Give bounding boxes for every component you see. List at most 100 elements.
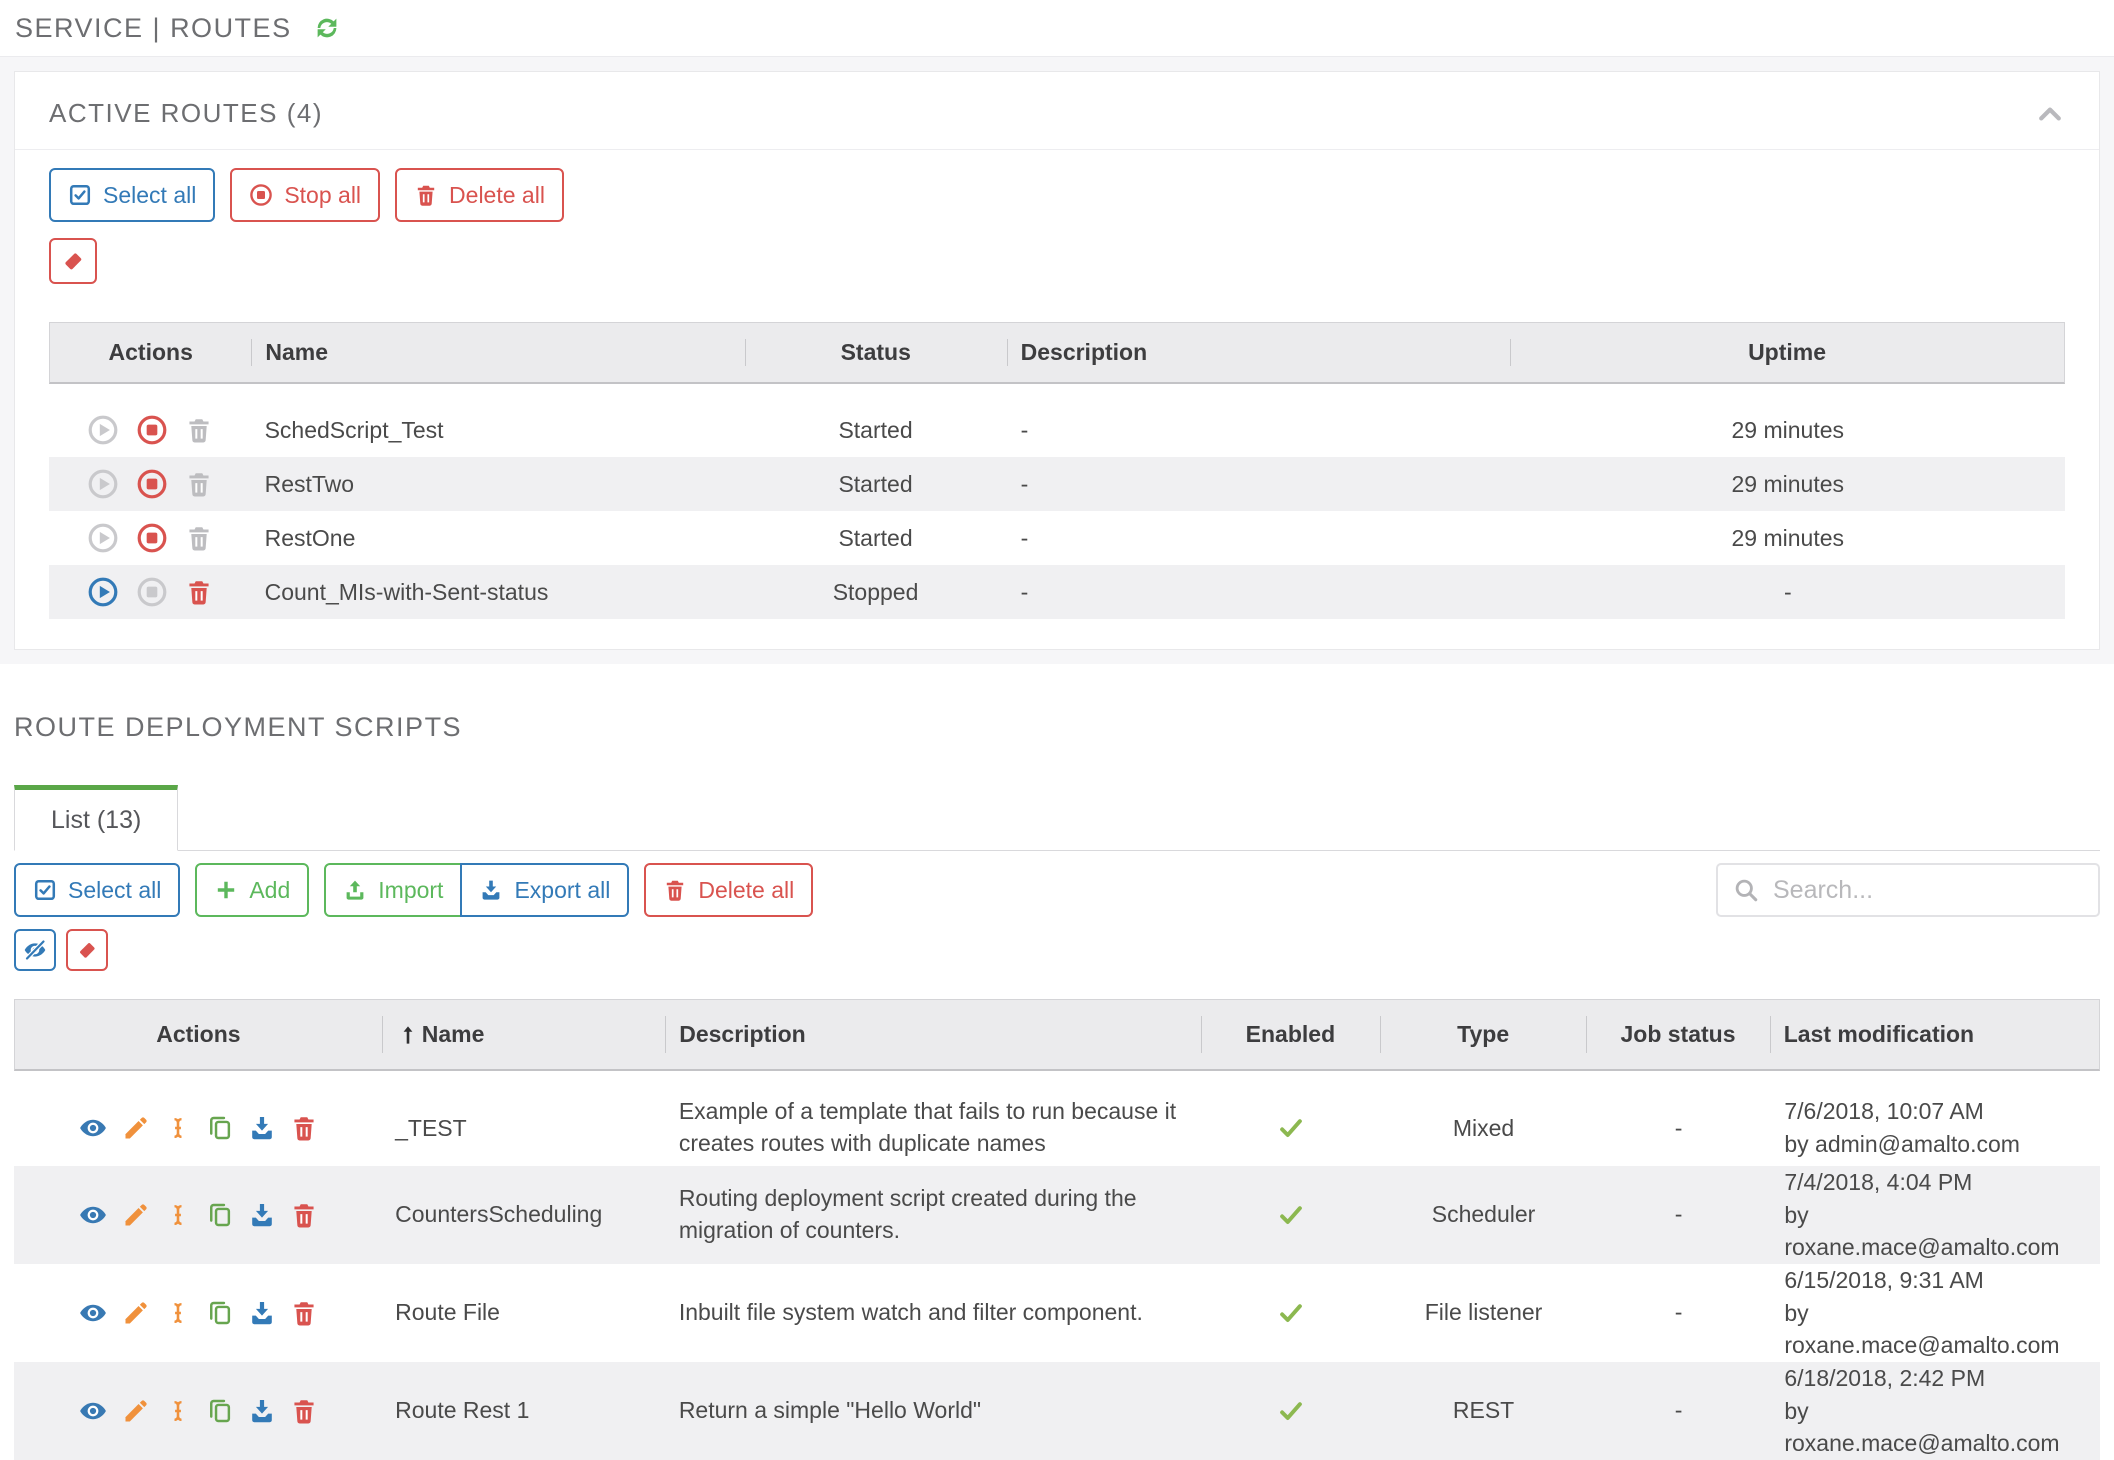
script-last-modification: 7/6/2018, 10:07 AM by admin@amalto.com [1770,1095,2100,1160]
script-name: CountersScheduling [381,1201,665,1228]
export-script-button[interactable] [248,1397,276,1425]
download-icon [479,878,503,902]
route-status: Started [745,471,1007,498]
i-cursor-icon [164,1299,192,1327]
stop-circle-icon [249,183,273,207]
routes-clear-selection-button[interactable] [49,238,97,284]
edit-script-button[interactable] [122,1114,150,1142]
trash-icon [185,416,213,444]
delete-route-button[interactable] [185,416,213,444]
script-enabled-cell [1201,1299,1380,1327]
check-icon [1277,1114,1305,1142]
scripts-clear-selection-button[interactable] [66,929,108,971]
route-name: RestTwo [251,471,745,498]
active-routes-toolbar-secondary [49,238,2065,284]
delete-route-button[interactable] [185,470,213,498]
column-header-job-status[interactable]: Job status [1586,1000,1769,1069]
check-icon [1277,1201,1305,1229]
export-script-button[interactable] [248,1114,276,1142]
route-uptime: 29 minutes [1511,471,2065,498]
routes-stop-all-button[interactable]: Stop all [230,168,380,222]
duplicate-script-button[interactable] [206,1114,234,1142]
delete-route-button[interactable] [185,524,213,552]
scripts-select-all-button[interactable]: Select all [14,863,180,917]
scripts-table-header: Actions Name Description Enabled Type Jo… [14,999,2100,1071]
delete-route-button[interactable] [185,578,213,606]
delete-script-button[interactable] [290,1397,318,1425]
column-header-name[interactable]: Name [251,323,744,382]
column-header-description[interactable]: Description [665,1000,1201,1069]
script-last-modification: 6/18/2018, 2:42 PM by roxane.mace@amalto… [1770,1362,2100,1460]
column-header-type[interactable]: Type [1380,1000,1586,1069]
column-header-status[interactable]: Status [745,323,1007,382]
routes-select-all-button[interactable]: Select all [49,168,215,222]
play-circle-icon [87,468,119,500]
start-route-button[interactable] [87,468,119,500]
scripts-search-input[interactable] [1771,875,2083,906]
scripts-add-button[interactable]: Add [195,863,309,917]
routes-select-all-label: Select all [103,184,196,207]
stop-circle-icon [136,414,168,446]
rename-script-button[interactable] [164,1299,192,1327]
stop-route-button[interactable] [136,522,168,554]
routes-delete-all-button[interactable]: Delete all [395,168,564,222]
duplicate-script-button[interactable] [206,1201,234,1229]
stop-route-button[interactable] [136,414,168,446]
active-route-row: SchedScript_Test Started - 29 minutes [49,403,2065,457]
rename-script-button[interactable] [164,1201,192,1229]
view-script-button[interactable] [78,1298,108,1328]
start-route-button[interactable] [87,522,119,554]
script-actions-cell [14,1298,381,1328]
download-icon [248,1114,276,1142]
script-job-status: - [1587,1201,1771,1228]
eye-icon [78,1396,108,1426]
column-header-uptime[interactable]: Uptime [1510,323,2064,382]
i-cursor-icon [164,1201,192,1229]
export-script-button[interactable] [248,1299,276,1327]
route-name: SchedScript_Test [251,417,745,444]
scripts-import-button[interactable]: Import [324,863,462,917]
collapse-panel-chevron-up-icon[interactable] [2035,99,2065,129]
script-name: _TEST [381,1115,665,1142]
column-header-name[interactable]: Name [382,1000,665,1069]
stop-route-button[interactable] [136,576,168,608]
delete-script-button[interactable] [290,1201,318,1229]
delete-script-button[interactable] [290,1114,318,1142]
trash-icon [290,1201,318,1229]
view-script-button[interactable] [78,1396,108,1426]
edit-script-button[interactable] [122,1201,150,1229]
scripts-delete-all-button[interactable]: Delete all [644,863,813,917]
start-route-button[interactable] [87,576,119,608]
scripts-export-all-button[interactable]: Export all [460,863,629,917]
start-route-button[interactable] [87,414,119,446]
view-script-button[interactable] [78,1200,108,1230]
scripts-toggle-visibility-button[interactable] [14,929,56,971]
copy-icon [206,1299,234,1327]
rename-script-button[interactable] [164,1114,192,1142]
stop-route-button[interactable] [136,468,168,500]
tab-list[interactable]: List (13) [14,785,178,851]
trash-icon [290,1397,318,1425]
duplicate-script-button[interactable] [206,1397,234,1425]
view-script-button[interactable] [78,1113,108,1143]
column-header-name-label: Name [422,1021,485,1048]
column-header-description[interactable]: Description [1007,323,1511,382]
script-name: Route File [381,1299,665,1326]
active-routes-table-body: SchedScript_Test Started - 29 minutes Re… [49,403,2065,619]
trash-icon [185,470,213,498]
column-header-enabled[interactable]: Enabled [1201,1000,1380,1069]
edit-script-button[interactable] [122,1397,150,1425]
column-header-last-modification[interactable]: Last modification [1770,1000,2099,1069]
stop-circle-icon [136,522,168,554]
sort-ascending-icon [396,1023,420,1047]
trash-icon [185,578,213,606]
delete-script-button[interactable] [290,1299,318,1327]
edit-script-button[interactable] [122,1299,150,1327]
scripts-toolbar: Select all Add Import Export all Delete … [14,863,2100,917]
i-cursor-icon [164,1114,192,1142]
export-script-button[interactable] [248,1201,276,1229]
rename-script-button[interactable] [164,1397,192,1425]
refresh-icon[interactable] [312,13,342,43]
route-status: Stopped [745,579,1007,606]
duplicate-script-button[interactable] [206,1299,234,1327]
